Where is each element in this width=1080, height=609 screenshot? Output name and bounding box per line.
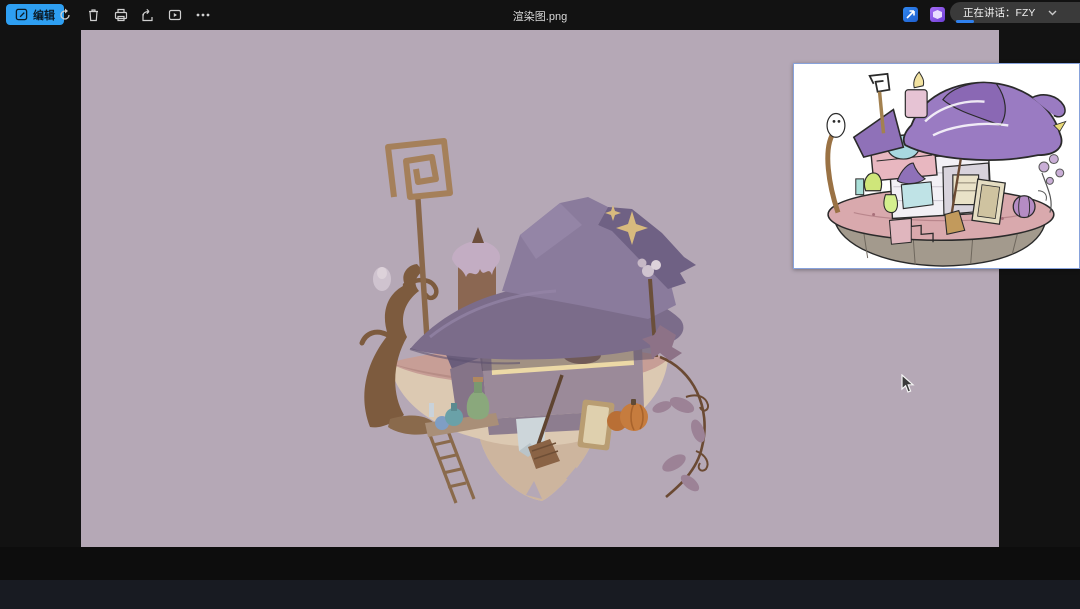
image-canvas[interactable] <box>81 30 999 547</box>
windows-taskbar: 2 8°C 焦越烽的屏幕共享 搜索 <box>0 580 1080 609</box>
slideshow-button[interactable] <box>163 4 187 26</box>
more-options-button[interactable] <box>191 4 215 26</box>
speaking-label: 正在讲话：FZY <box>963 5 1035 20</box>
rotate-button[interactable] <box>53 4 77 26</box>
reference-image-window[interactable] <box>793 63 1080 269</box>
edit-button-label: 编辑 <box>33 7 55 23</box>
speaking-chevron-icon[interactable] <box>1040 6 1064 20</box>
screen: 编辑 渲染图.png 正在讲话：FZY <box>0 0 1080 609</box>
mouse-cursor <box>901 374 915 394</box>
photo-status-bar: 3840 x 2160 6.7 MB 你有很多的花纹之类的东西没有给它做出来 5… <box>0 547 1080 580</box>
ladder <box>430 431 474 503</box>
vine-branch <box>642 325 708 497</box>
share-overlay-icon[interactable] <box>903 7 918 22</box>
edit-pencil-icon <box>15 8 28 21</box>
meeting-overlay-icon[interactable] <box>930 7 945 22</box>
app-titlebar: 编辑 渲染图.png 正在讲话：FZY <box>0 0 1080 30</box>
window-title: 渲染图.png <box>0 8 1080 24</box>
reference-image-illustration <box>794 64 1079 268</box>
share-button[interactable] <box>136 4 160 26</box>
print-button[interactable] <box>109 4 133 26</box>
main-image-witch-house-render <box>330 107 722 505</box>
speaking-activity-bar <box>956 20 974 23</box>
delete-button[interactable] <box>81 4 105 26</box>
